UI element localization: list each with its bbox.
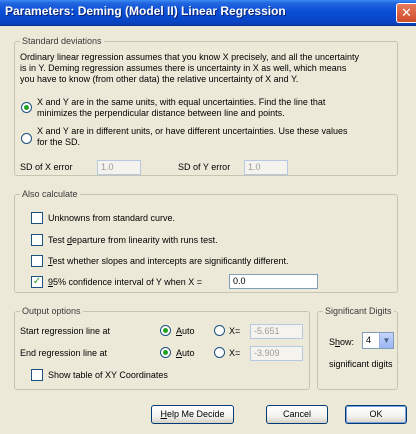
confidence-interval-checkbox[interactable]: ✓ xyxy=(31,276,43,288)
window-title: Parameters: Deming (Model II) Linear Reg… xyxy=(5,4,286,18)
end-x-radio[interactable] xyxy=(214,347,225,358)
significant-digits-legend: Significant Digits xyxy=(325,306,392,316)
significant-digits-suffix: significant digits xyxy=(329,359,393,369)
confidence-x-input[interactable]: 0.0 xyxy=(229,274,318,289)
unknowns-checkbox[interactable] xyxy=(31,212,43,224)
different-units-line-1: X and Y are in different units, or have … xyxy=(37,126,348,136)
deming-description: Ordinary linear regression assumes that … xyxy=(20,52,359,85)
confidence-label-post: 5% confidence interval of Y when X = xyxy=(53,277,203,287)
description-line-2: is in Y. Deming regression assumes there… xyxy=(20,63,347,73)
start-auto-rest: uto xyxy=(182,326,195,336)
deming-parameters-dialog: Parameters: Deming (Model II) Linear Reg… xyxy=(0,0,416,434)
start-auto-label[interactable]: Auto xyxy=(176,326,195,336)
ok-button[interactable]: OK xyxy=(345,405,407,424)
same-units-label[interactable]: X and Y are in the same units, with equa… xyxy=(37,97,325,119)
cancel-button[interactable]: Cancel xyxy=(266,405,328,424)
different-units-label[interactable]: X and Y are in different units, or have … xyxy=(37,126,348,148)
sd-y-error-input[interactable]: 1.0 xyxy=(244,160,288,175)
chevron-down-icon[interactable]: ▼ xyxy=(379,333,393,348)
sd-y-error-label: SD of Y error xyxy=(178,162,231,172)
end-x-label[interactable]: X= xyxy=(229,348,240,358)
end-x-input[interactable]: -3.909 xyxy=(250,346,303,361)
show-post: ow: xyxy=(340,337,355,347)
help-rest: elp Me Decide xyxy=(166,409,225,419)
help-me-decide-button[interactable]: Help Me Decide xyxy=(151,405,234,424)
runs-test-label[interactable]: Test departure from linearity with runs … xyxy=(48,235,218,245)
end-auto-radio[interactable] xyxy=(160,347,171,358)
end-regression-label: End regression line at xyxy=(20,348,108,358)
xy-table-label[interactable]: Show table of XY Coordinates xyxy=(48,370,168,380)
significant-digits-value: 4 xyxy=(366,335,372,345)
start-x-label[interactable]: X= xyxy=(229,326,240,336)
confidence-interval-label[interactable]: 95% confidence interval of Y when X = xyxy=(48,277,202,287)
description-line-3: you have to know (from other data) the r… xyxy=(20,74,299,84)
unknowns-label[interactable]: Unknowns from standard curve. xyxy=(48,213,175,223)
also-calculate-legend: Also calculate xyxy=(22,189,78,199)
same-units-line-1: X and Y are in the same units, with equa… xyxy=(37,97,326,107)
start-x-input[interactable]: -5.651 xyxy=(250,324,303,339)
standard-deviations-legend: Standard deviations xyxy=(22,36,102,46)
runs-test-checkbox[interactable] xyxy=(31,234,43,246)
start-auto-radio[interactable] xyxy=(160,325,171,336)
start-regression-label: Start regression line at xyxy=(20,326,111,336)
end-auto-rest: uto xyxy=(182,348,195,358)
same-units-radio[interactable] xyxy=(21,102,32,113)
sd-x-error-input[interactable]: 1.0 xyxy=(97,160,141,175)
output-options-legend: Output options xyxy=(22,306,81,316)
sd-x-error-label: SD of X error xyxy=(20,162,73,172)
slopes-test-checkbox[interactable] xyxy=(31,255,43,267)
description-line-1: Ordinary linear regression assumes that … xyxy=(20,52,359,62)
runs-test-label-pre: Test xyxy=(48,235,68,245)
show-digits-label: Show: xyxy=(329,337,354,347)
title-bar[interactable]: Parameters: Deming (Model II) Linear Reg… xyxy=(0,0,416,26)
different-units-radio[interactable] xyxy=(21,133,32,144)
slopes-test-label-post: est whether slopes and intercepts are si… xyxy=(52,256,289,266)
end-auto-label[interactable]: Auto xyxy=(176,348,195,358)
start-x-radio[interactable] xyxy=(214,325,225,336)
same-units-line-2: minimizes the perpendicular distance bet… xyxy=(37,108,285,118)
runs-test-label-post: eparture from linearity with runs test. xyxy=(72,235,218,245)
close-icon[interactable]: ✕ xyxy=(396,3,416,23)
xy-table-checkbox[interactable] xyxy=(31,369,43,381)
different-units-line-2: for the SD. xyxy=(37,137,81,147)
slopes-test-label[interactable]: Test whether slopes and intercepts are s… xyxy=(48,256,288,266)
significant-digits-select[interactable]: 4 ▼ xyxy=(362,332,394,349)
